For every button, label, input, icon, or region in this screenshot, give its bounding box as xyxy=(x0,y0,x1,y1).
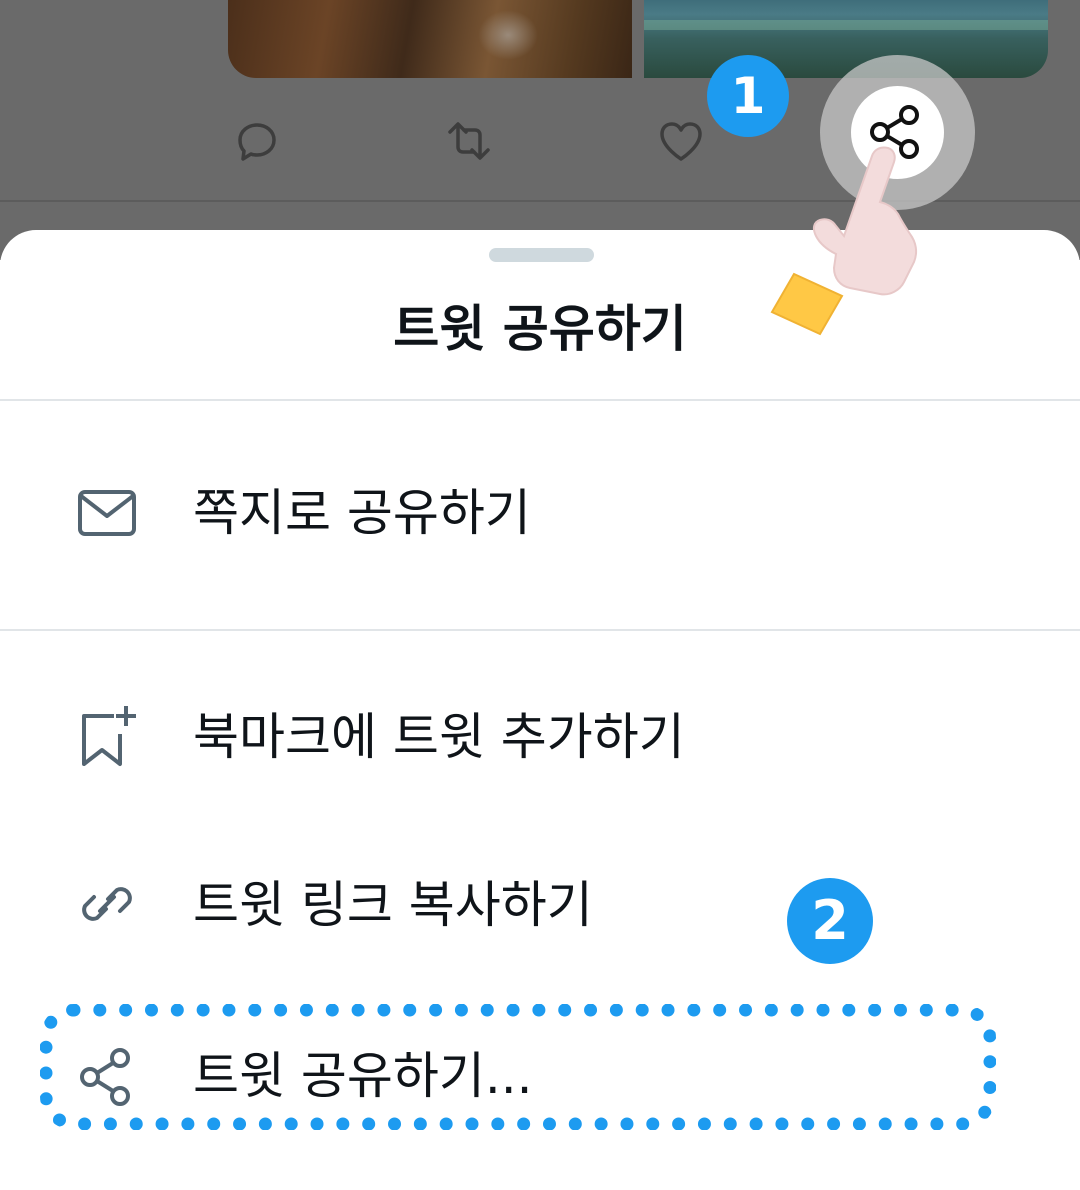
menu-item-copy-link[interactable]: 트윗 링크 복사하기 xyxy=(0,845,1080,965)
bookmark-add-icon xyxy=(82,706,136,766)
reply-icon[interactable] xyxy=(232,116,282,166)
highlight-outline xyxy=(40,1004,996,1130)
pointing-hand-icon xyxy=(770,146,918,336)
menu-item-label: 쪽지로 공유하기 xyxy=(193,484,531,542)
like-icon[interactable] xyxy=(656,116,706,166)
tweet-photo-right[interactable] xyxy=(644,0,1048,78)
menu-item-add-bookmark[interactable]: 북마크에 트윗 추가하기 xyxy=(0,678,1080,798)
envelope-icon xyxy=(78,490,136,536)
menu-item-label: 북마크에 트윗 추가하기 xyxy=(193,708,685,766)
divider xyxy=(0,399,1080,401)
step-1-badge: 1 xyxy=(707,55,789,137)
link-icon xyxy=(82,887,132,921)
divider xyxy=(0,629,1080,631)
sheet-drag-handle[interactable] xyxy=(489,248,594,262)
step-2-badge: 2 xyxy=(787,878,873,964)
retweet-icon[interactable] xyxy=(444,116,494,166)
menu-item-share-via-dm[interactable]: 쪽지로 공유하기 xyxy=(0,456,1080,576)
tweet-photo-left[interactable] xyxy=(228,0,632,78)
menu-item-label: 트윗 링크 복사하기 xyxy=(193,876,593,934)
